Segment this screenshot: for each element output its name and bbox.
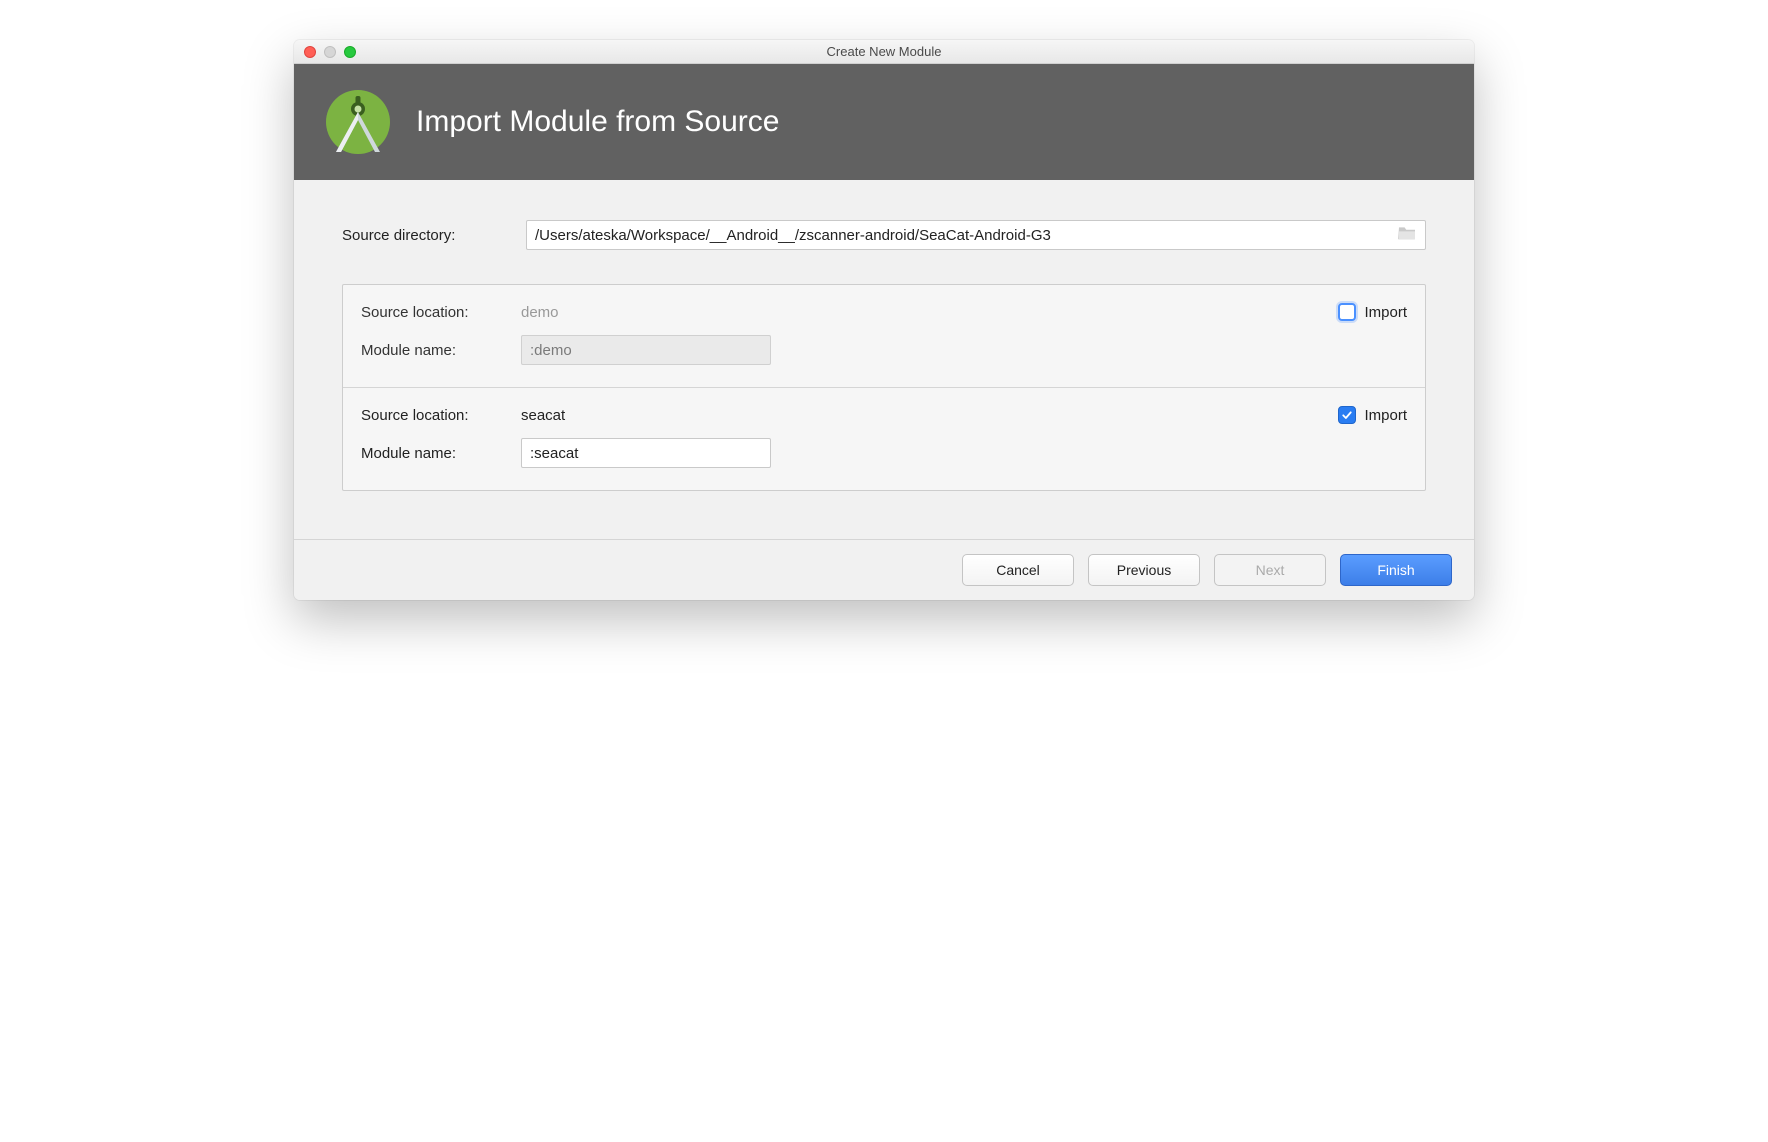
cancel-button[interactable]: Cancel <box>962 554 1074 586</box>
checkbox-unchecked-icon <box>1338 303 1356 321</box>
module-name-label: Module name: <box>361 342 521 359</box>
module-name-input-seacat[interactable] <box>521 438 771 468</box>
import-label: Import <box>1364 407 1407 424</box>
dialog-footer: Cancel Previous Next Finish <box>294 539 1474 600</box>
next-button: Next <box>1214 554 1326 586</box>
import-label: Import <box>1364 304 1407 321</box>
modules-list: Source location: demo Import Module name… <box>342 284 1426 491</box>
source-directory-input[interactable]: /Users/ateska/Workspace/__Android__/zsca… <box>526 220 1426 250</box>
dialog-window: Create New Module Import Module from Sou… <box>294 40 1474 600</box>
finish-button[interactable]: Finish <box>1340 554 1452 586</box>
module-item-demo: Source location: demo Import Module name… <box>343 285 1425 387</box>
dialog-header: Import Module from Source <box>294 64 1474 180</box>
page-title: Import Module from Source <box>416 105 779 139</box>
import-checkbox-seacat[interactable]: Import <box>1338 406 1407 424</box>
previous-button[interactable]: Previous <box>1088 554 1200 586</box>
source-location-value: demo <box>521 304 559 321</box>
window-title: Create New Module <box>294 44 1474 59</box>
module-item-seacat: Source location: seacat Import Module na… <box>343 387 1425 490</box>
source-location-label: Source location: <box>361 407 521 424</box>
source-directory-label: Source directory: <box>342 227 512 244</box>
checkbox-checked-icon <box>1338 406 1356 424</box>
source-location-value: seacat <box>521 407 565 424</box>
module-name-input-demo <box>521 335 771 365</box>
module-name-label: Module name: <box>361 445 521 462</box>
android-studio-icon <box>322 86 394 158</box>
import-checkbox-demo[interactable]: Import <box>1338 303 1407 321</box>
source-location-label: Source location: <box>361 304 521 321</box>
folder-icon[interactable] <box>1397 225 1417 245</box>
titlebar[interactable]: Create New Module <box>294 40 1474 64</box>
dialog-content: Source directory: /Users/ateska/Workspac… <box>294 180 1474 539</box>
source-directory-row: Source directory: /Users/ateska/Workspac… <box>342 220 1426 250</box>
source-directory-value: /Users/ateska/Workspace/__Android__/zsca… <box>535 227 1397 244</box>
